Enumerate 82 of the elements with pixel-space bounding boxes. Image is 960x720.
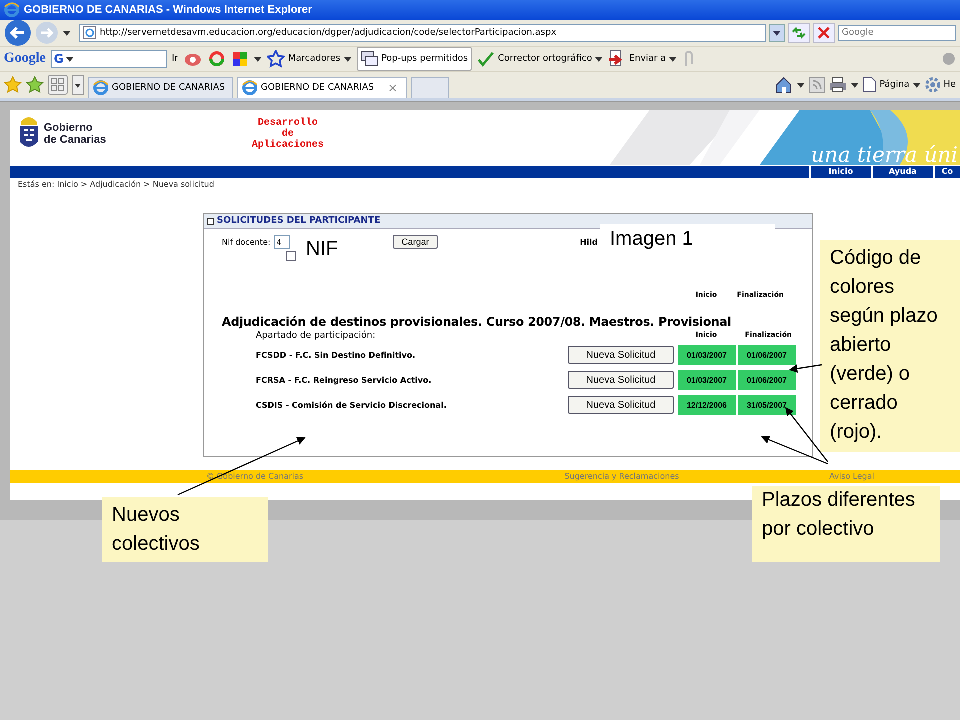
close-button[interactable] [813,23,835,43]
search-field[interactable]: Google [838,25,956,41]
browser-icon [4,2,20,18]
dropdown-icon [669,55,678,63]
logo-text: Gobierno [44,122,94,134]
page-icon [83,26,97,40]
toolbar-button[interactable]: Corrector ortográfico [477,50,604,68]
toolbar-button[interactable]: Marcadores [267,50,352,68]
row-label: CSDIS - Comisión de Servicio Discrecional. [256,400,447,410]
callout-text: Código de colores según plazo abierto (verde) o cerrado (rojo). [820,240,960,452]
close-button[interactable]: × [384,81,402,95]
date-cell: 01/03/2007 [678,345,736,365]
new-request-button[interactable]: Nueva Solicitud [568,346,674,364]
callout-text: Plazos diferentes por colectivo [752,486,940,562]
toolbar-button[interactable]: He [924,77,956,93]
button-label: He [944,80,956,90]
button-label: Corrector ortográfico [498,54,592,64]
dropdown-icon [595,55,604,63]
field-label: Nif docente: [222,238,271,246]
browser-tab[interactable]: GOBIERNO DE CANARIAS × [237,77,407,98]
panel-title: SOLICITUDES DEL PARTICIPANTE [217,216,381,226]
dropdown-icon[interactable] [254,55,262,63]
nav-link[interactable]: Co [933,166,960,178]
home-icon[interactable] [774,76,793,94]
date-cell: 12/12/2006 [678,395,736,415]
g-icon: G [54,52,64,66]
google-logo: Google [4,51,46,67]
page-icon [862,77,877,93]
button-label: Marcadores [288,54,341,64]
header-title: Aplicaciones [250,140,325,151]
url-text: http://servernetdesavm.educacion.org/educacion/dgper/adjudicacion/code/selectorParticipacion.aspx [100,28,557,38]
new-request-button[interactable]: Nueva Solicitud [568,371,674,389]
date-cell: 31/05/2007 [738,395,796,415]
dropdown-icon[interactable] [796,81,805,89]
square-icon [207,218,214,224]
date-cell: 01/06/2007 [738,345,796,365]
button-label: Enviar a [629,54,666,64]
check-icon [477,50,496,68]
subheading: Apartado de participación: [256,331,376,341]
button-label: Pop-ups permitidos [382,54,468,64]
section-heading: Adjudicación de destinos provisionales. Curso 2007/08. Maestros. Provisional [221,314,732,329]
dropdown-icon [912,81,921,89]
dropdown-button[interactable] [769,24,785,42]
arrow [789,364,822,373]
date-cell: 01/06/2007 [738,370,796,390]
toolbar-button[interactable]: Página [862,77,921,93]
dropdown-icon[interactable] [62,28,72,38]
button-label: Página [880,80,910,90]
browser-tab[interactable]: GOBIERNO DE CANARIAS [88,77,233,98]
row-label: FCSDD - F.C. Sin Destino Definitivo. [256,350,416,360]
browser-icon [242,80,258,96]
window-title: GOBIERNO DE CANARIAS - Windows Internet Explorer [24,4,312,16]
toolbar-button[interactable]: Enviar a [608,50,678,68]
name-text: Hild [580,238,598,246]
callout-text: Nuevos colectivos [102,497,268,562]
window-icon [360,50,379,68]
dropdown-icon[interactable] [850,81,859,89]
star-icon [267,50,286,68]
add-favorite-icon[interactable] [26,76,44,94]
nav-link[interactable]: Inicio [809,166,871,178]
puzzle-icon[interactable] [231,50,250,68]
checkbox[interactable] [286,251,296,261]
new-request-button[interactable]: Nueva Solicitud [568,396,674,414]
browser-icon [93,80,109,96]
header-title: de [282,129,294,140]
nif-field[interactable]: 4 [274,235,290,249]
toolbar-button[interactable]: Pop-ups permitidos [356,47,472,71]
print-icon[interactable] [828,77,847,93]
dropdown-icon [344,55,352,63]
breadcrumb: Estás en: Inicio > Adjudicación > Nueva solicitud [17,179,216,191]
logo-text: de Canarias [44,134,106,146]
search-field[interactable]: G [51,50,167,68]
back-button[interactable] [4,19,32,47]
nav-link[interactable]: Ayuda [871,166,933,178]
address-field[interactable]: http://servernetdesavm.educacion.org/educacion/dgper/adjudicacion/code/selectorParticipacion.aspx [79,24,766,42]
row-label: FCRSA - F.C. Reingreso Servicio Activo. [256,376,432,384]
dropdown-button[interactable] [72,75,84,95]
load-button[interactable]: Cargar [392,235,438,249]
header-title: Desarrollo [256,118,319,129]
go-button[interactable]: Ir [172,54,178,64]
date-cell: 01/03/2007 [678,370,736,390]
dropdown-icon [66,55,74,63]
